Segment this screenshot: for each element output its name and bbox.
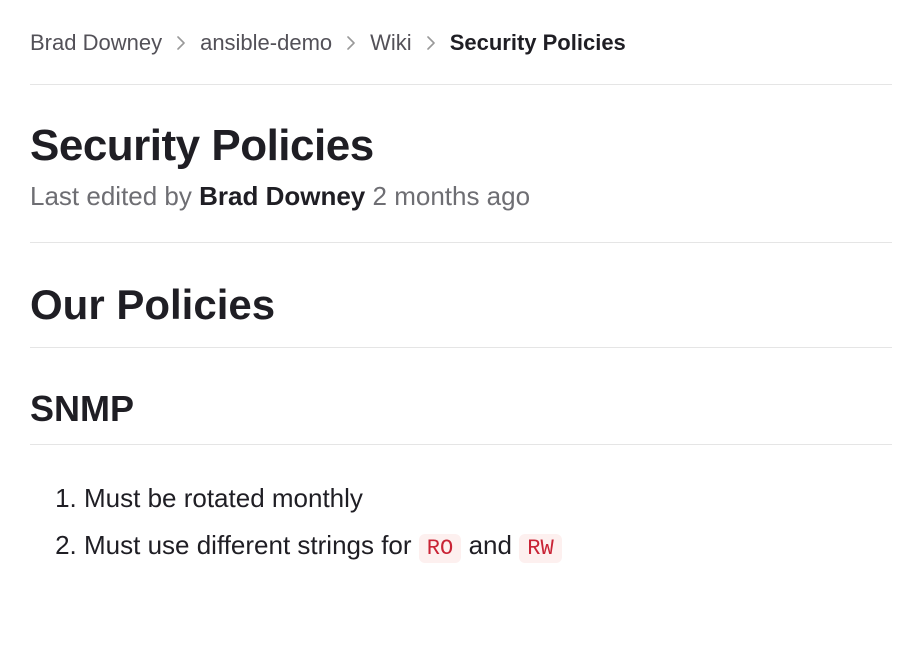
last-edited-prefix: Last edited by [30, 181, 192, 211]
breadcrumb-current: Security Policies [450, 30, 626, 56]
list-item: Must use different strings for RO and RW [84, 526, 892, 565]
code-rw: RW [519, 534, 562, 563]
breadcrumb-link-wiki[interactable]: Wiki [370, 30, 412, 56]
heading-snmp: SNMP [30, 388, 892, 445]
breadcrumb-link-project[interactable]: ansible-demo [200, 30, 332, 56]
chevron-right-icon [426, 36, 436, 50]
breadcrumb: Brad Downey ansible-demo Wiki Security P… [30, 30, 892, 85]
snmp-policy-list: Must be rotated monthly Must use differe… [30, 479, 892, 565]
code-ro: RO [419, 534, 462, 563]
list-item-text: and [469, 530, 512, 560]
last-edited-info: Last edited by Brad Downey 2 months ago [30, 181, 892, 243]
breadcrumb-link-user[interactable]: Brad Downey [30, 30, 162, 56]
heading-our-policies: Our Policies [30, 281, 892, 348]
chevron-right-icon [176, 36, 186, 50]
list-item: Must be rotated monthly [84, 479, 892, 518]
last-edited-author: Brad Downey [199, 181, 365, 211]
chevron-right-icon [346, 36, 356, 50]
page-title: Security Policies [30, 121, 892, 171]
last-edited-time: 2 months ago [373, 181, 531, 211]
list-item-text: Must use different strings for [84, 530, 412, 560]
